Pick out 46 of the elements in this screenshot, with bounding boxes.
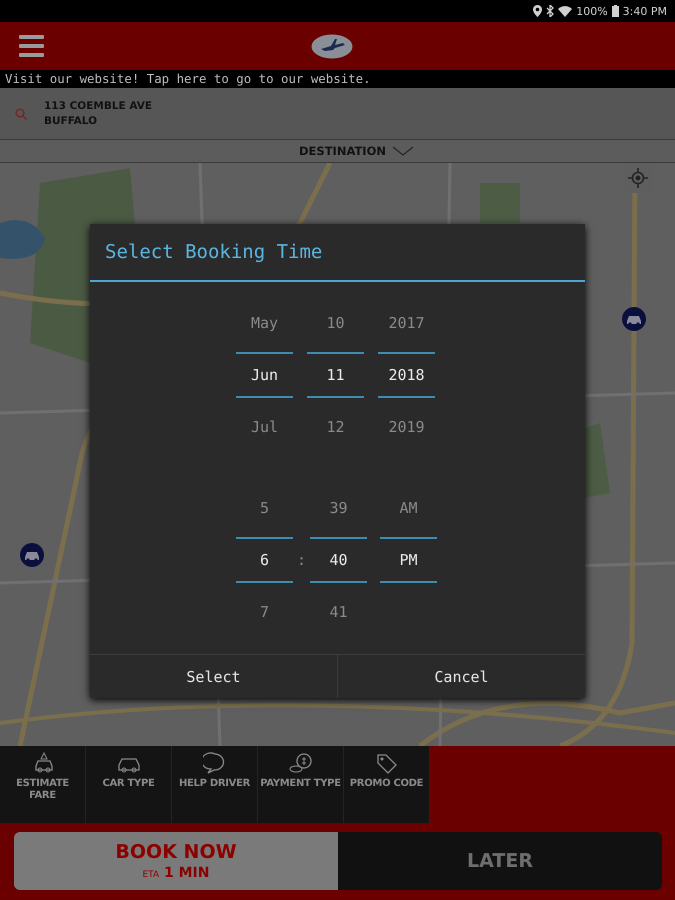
- location-pin-icon: [533, 5, 542, 17]
- picker-value[interactable]: 39: [310, 482, 367, 534]
- book-later-button[interactable]: LATER: [338, 832, 662, 890]
- picker-value[interactable]: 41: [310, 586, 367, 638]
- picker-value[interactable]: AM: [380, 482, 437, 534]
- chat-bubble-icon: [202, 752, 226, 774]
- clock-time: 3:40 PM: [622, 4, 667, 18]
- time-separator: :: [296, 550, 308, 571]
- toolbar-button[interactable]: ESTIMATE FARE: [0, 746, 86, 823]
- select-button[interactable]: Select: [90, 655, 337, 698]
- picker-value[interactable]: 2019: [378, 401, 435, 453]
- plane-logo-icon: [311, 34, 353, 59]
- picker-value[interactable]: PM: [380, 537, 437, 583]
- picker-value[interactable]: 7: [236, 586, 293, 638]
- tag-icon: [374, 752, 398, 774]
- picker-value[interactable]: May: [236, 297, 293, 349]
- picker-value[interactable]: Jun: [236, 352, 293, 398]
- picker-value[interactable]: 40: [310, 537, 367, 583]
- coins-icon: [288, 752, 312, 774]
- dialog-title: Select Booking Time: [90, 224, 585, 282]
- search-icon: [15, 108, 27, 120]
- picker-value[interactable]: 2018: [378, 352, 435, 398]
- wifi-icon: [558, 6, 572, 16]
- battery-percent: 100%: [576, 4, 608, 18]
- address-line: BUFFALO: [44, 114, 98, 128]
- car-marker-icon: [20, 543, 44, 567]
- toolbar-button[interactable]: PROMO CODE: [344, 746, 430, 823]
- car-marker-icon: [622, 307, 646, 331]
- cancel-button[interactable]: Cancel: [337, 655, 585, 698]
- website-link[interactable]: Visit our website! Tap here to go to our website.: [0, 70, 675, 88]
- toolbar-button[interactable]: CAR TYPE: [86, 746, 172, 823]
- menu-button[interactable]: [19, 35, 44, 57]
- address-line: 113 COEMBLE AVE: [44, 100, 152, 112]
- caret-icon: [392, 146, 414, 156]
- toolbar-button[interactable]: PAYMENT TYPE: [258, 746, 344, 823]
- picker-value[interactable]: 11: [307, 352, 364, 398]
- picker-value[interactable]: 12: [307, 401, 364, 453]
- battery-icon: [612, 5, 619, 17]
- bluetooth-icon: [546, 5, 554, 17]
- picker-value[interactable]: 10: [307, 297, 364, 349]
- picker-value[interactable]: 5: [236, 482, 293, 534]
- picker-value[interactable]: Jul: [236, 401, 293, 453]
- destination-dropdown[interactable]: DESTINATION: [261, 144, 414, 158]
- picker-value[interactable]: 6: [236, 537, 293, 583]
- picker-value[interactable]: 2017: [378, 297, 435, 349]
- toolbar-button[interactable]: HELP DRIVER: [172, 746, 258, 823]
